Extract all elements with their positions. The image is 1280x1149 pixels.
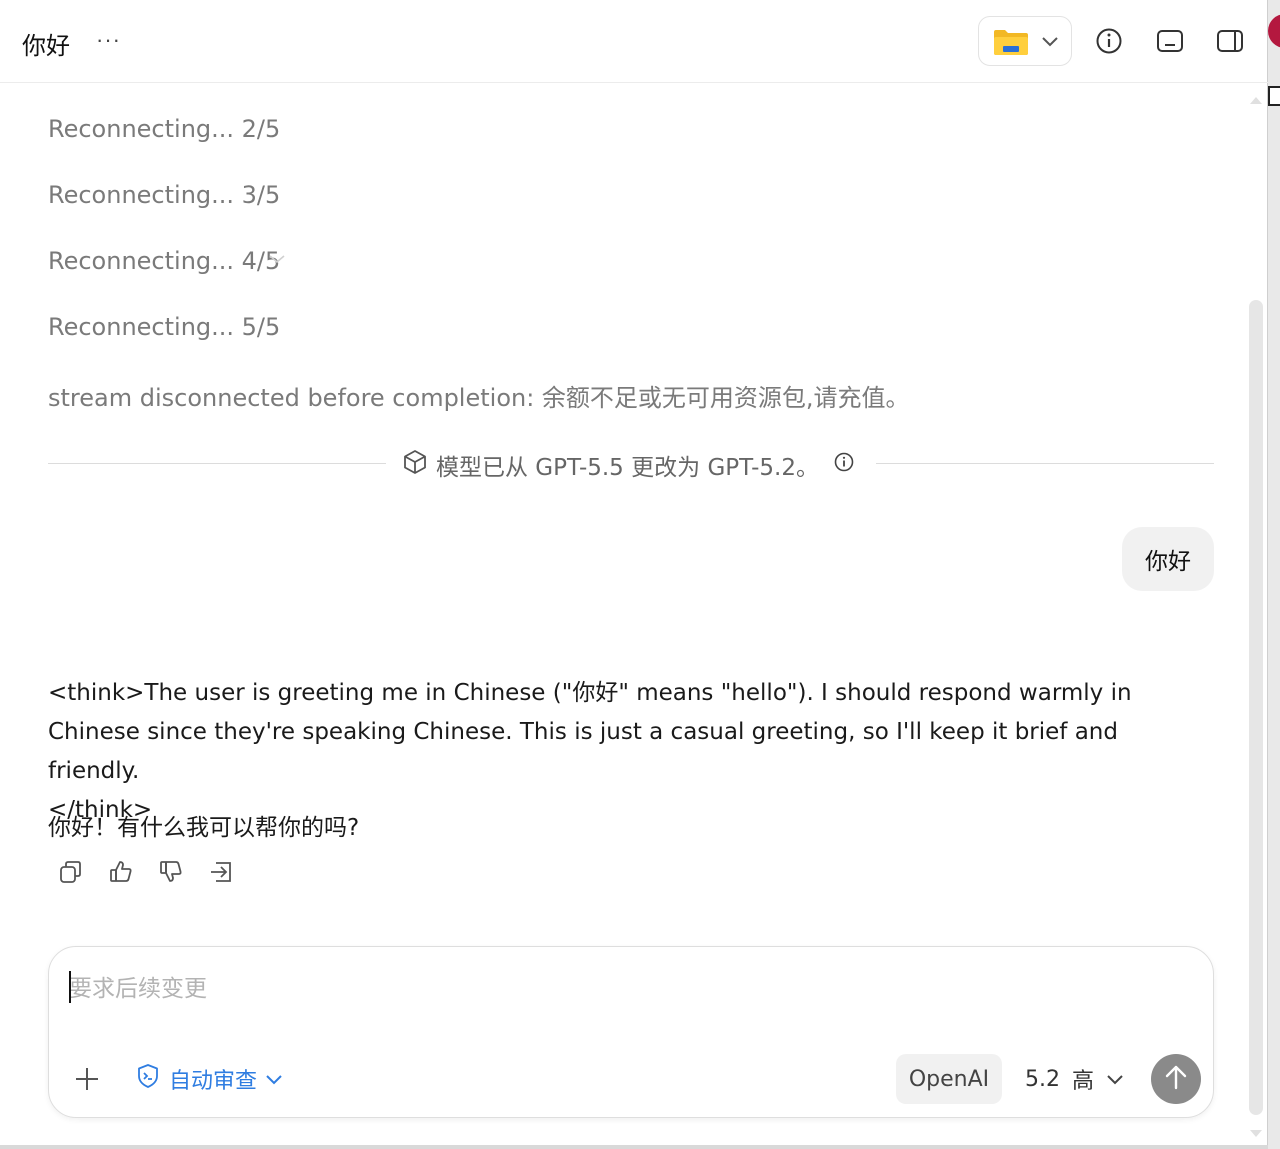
chevron-down-icon — [1106, 1067, 1124, 1092]
more-options-button[interactable]: ··· — [96, 22, 124, 58]
cube-icon — [402, 449, 428, 481]
share-icon[interactable] — [208, 858, 234, 886]
error-message: stream disconnected before completion: 余… — [48, 384, 910, 412]
model-selector[interactable]: 5.2 高 — [1025, 1063, 1124, 1095]
user-message-bubble: 你好 — [1122, 527, 1214, 591]
thumbs-up-icon[interactable] — [108, 858, 134, 886]
auto-review-selector[interactable]: 自动审查 — [135, 1063, 283, 1095]
workspace-folder-button[interactable] — [978, 16, 1072, 66]
provider-label: OpenAI — [908, 1066, 990, 1092]
assistant-think-block: <think>The user is greeting me in Chines… — [48, 674, 1208, 830]
background-window-edge — [1268, 0, 1280, 1149]
panel-right-icon[interactable] — [1215, 26, 1245, 56]
status-reconnecting-3: Reconnecting... 3/5 — [48, 181, 281, 209]
info-icon[interactable] — [1094, 26, 1124, 56]
panel-bottom-icon[interactable] — [1155, 26, 1185, 56]
message-actions — [58, 858, 234, 886]
message-composer: 自动审查 OpenAI 5.2 高 — [48, 946, 1214, 1118]
folder-icon — [993, 28, 1029, 61]
assistant-think-text: <think>The user is greeting me in Chines… — [48, 680, 1132, 784]
user-message-text: 你好 — [1145, 549, 1191, 575]
shield-terminal-icon — [135, 1063, 161, 1095]
status-reconnecting-5: Reconnecting... 5/5 — [48, 313, 281, 341]
status-reconnecting-4: Reconnecting... 4/5 — [48, 247, 281, 275]
scroll-up-arrow-icon[interactable] — [1249, 92, 1263, 110]
provider-selector[interactable]: OpenAI — [896, 1054, 1002, 1104]
app-window: 你好 ··· Reconnecting... 2/5 Reconnecting.… — [0, 0, 1268, 1145]
header-bar: 你好 ··· — [0, 0, 1268, 83]
model-change-text: 模型已从 GPT-5.5 更改为 GPT-5.2。 — [436, 455, 819, 481]
divider-right — [876, 463, 1214, 464]
follow-up-input[interactable] — [69, 969, 1169, 1009]
background-window-control — [1268, 86, 1280, 106]
divider-left — [48, 463, 386, 464]
scrollbar-thumb[interactable] — [1249, 300, 1263, 1115]
assistant-reply-text: 你好！有什么我可以帮你的吗? — [48, 815, 360, 841]
add-attachment-button[interactable] — [73, 1065, 101, 1093]
arrow-up-icon — [1163, 1063, 1189, 1096]
model-version: 5.2 — [1025, 1066, 1060, 1092]
text-caret — [69, 971, 71, 1003]
auto-review-label: 自动审查 — [169, 1069, 258, 1094]
conversation-title: 你好 — [22, 32, 70, 60]
chevron-down-icon — [265, 1067, 283, 1092]
model-change-notice: 模型已从 GPT-5.5 更改为 GPT-5.2。 — [402, 449, 855, 481]
info-icon[interactable] — [833, 451, 855, 479]
chevron-down-icon — [1041, 35, 1059, 53]
status-reconnecting-2: Reconnecting... 2/5 — [48, 115, 281, 143]
copy-icon[interactable] — [58, 858, 84, 886]
chevron-down-icon[interactable] — [268, 253, 286, 271]
thumbs-down-icon[interactable] — [158, 858, 184, 886]
send-button[interactable] — [1151, 1054, 1201, 1104]
reasoning-effort: 高 — [1072, 1069, 1095, 1094]
scroll-down-arrow-icon[interactable] — [1249, 1126, 1263, 1144]
